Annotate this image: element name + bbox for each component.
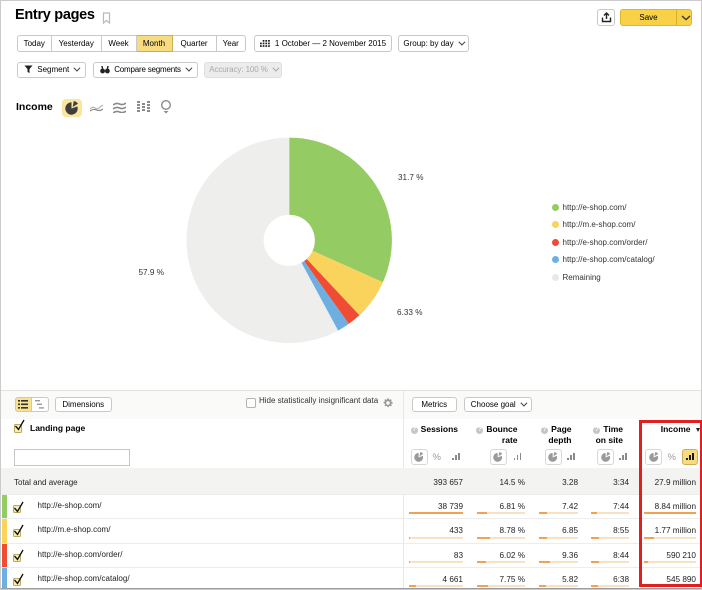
svg-text:31.7 %: 31.7 % — [398, 173, 424, 182]
svg-text:57.9 %: 57.9 % — [139, 268, 165, 277]
svg-text:6.33 %: 6.33 % — [397, 308, 423, 317]
